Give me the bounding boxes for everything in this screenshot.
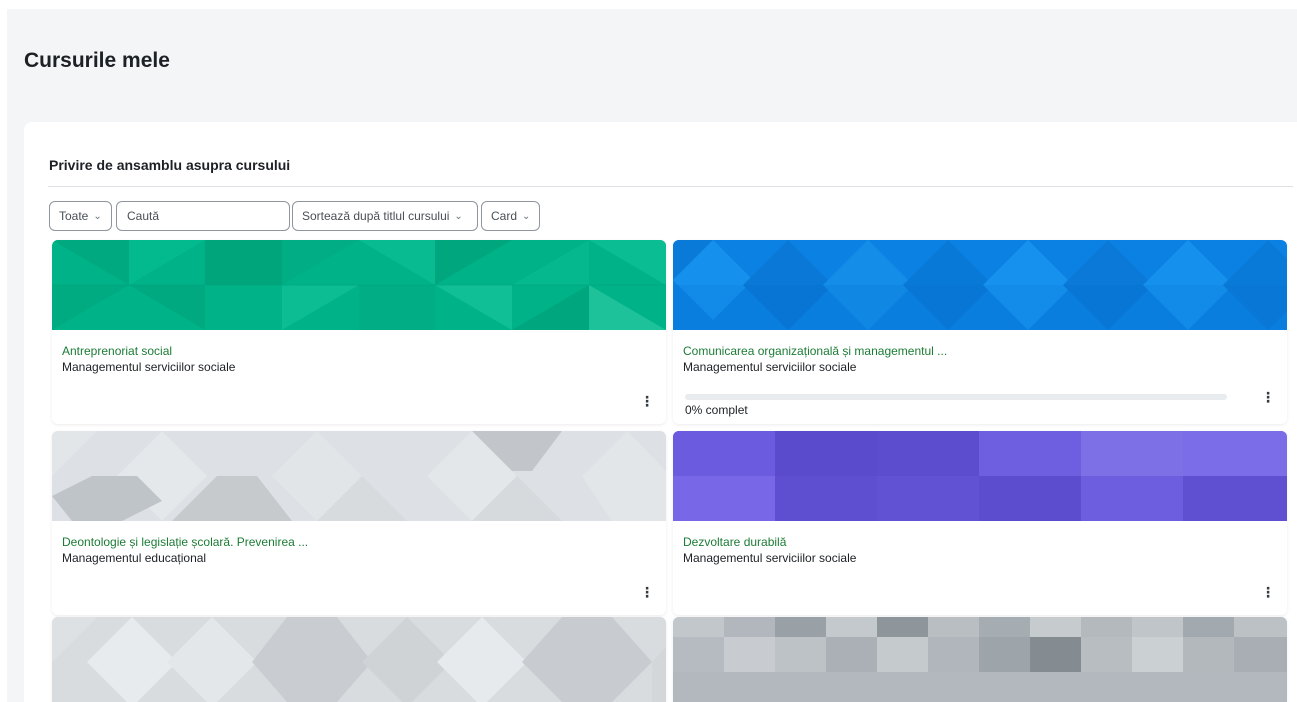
- view-dropdown-label: Card: [491, 209, 518, 223]
- course-name-link[interactable]: Antreprenoriat social: [62, 344, 172, 358]
- course-category: Managementul serviciilor sociale: [683, 551, 857, 565]
- course-category: Managementul educațional: [62, 551, 207, 565]
- course-card[interactable]: [52, 617, 666, 702]
- search-input[interactable]: [116, 201, 290, 231]
- course-category: Managementul serviciilor sociale: [683, 360, 857, 374]
- page-title: Cursurile mele: [24, 49, 170, 72]
- course-image[interactable]: [673, 240, 1287, 330]
- kebab-vertical-icon[interactable]: ⋮: [640, 394, 654, 408]
- course-image[interactable]: [673, 431, 1287, 521]
- kebab-vertical-icon[interactable]: ⋮: [1261, 390, 1275, 404]
- chevron-down-icon: ⌄: [454, 210, 463, 222]
- sort-dropdown[interactable]: Sortează după titlul cursului ⌄: [292, 201, 478, 231]
- course-name-link[interactable]: Dezvoltare durabilă: [683, 535, 786, 549]
- chevron-down-icon: ⌄: [522, 210, 531, 222]
- course-category: Managementul serviciilor sociale: [62, 360, 236, 374]
- course-image[interactable]: [52, 431, 666, 521]
- grouping-dropdown-label: Toate: [59, 209, 89, 223]
- course-image[interactable]: [52, 240, 666, 330]
- kebab-vertical-icon[interactable]: ⋮: [640, 585, 654, 599]
- progress-label: 0% complet: [685, 403, 748, 417]
- course-card[interactable]: Antreprenoriat social Managementul servi…: [52, 240, 666, 424]
- block-title: Privire de ansamblu asupra cursului: [49, 157, 291, 173]
- course-name-link[interactable]: Comunicarea organizațională și managemen…: [683, 344, 947, 358]
- sort-dropdown-label: Sortează după titlul cursului: [302, 209, 450, 223]
- kebab-vertical-icon[interactable]: ⋮: [1261, 585, 1275, 599]
- course-name-link[interactable]: Deontologie și legislație școlară. Preve…: [62, 535, 308, 549]
- course-card[interactable]: Dezvoltare durabilă Managementul servici…: [673, 431, 1287, 615]
- chevron-down-icon: ⌄: [93, 210, 102, 222]
- course-image[interactable]: [673, 617, 1287, 702]
- course-card[interactable]: Comunicarea organizațională și managemen…: [673, 240, 1287, 424]
- course-image[interactable]: [52, 617, 666, 702]
- course-card[interactable]: [673, 617, 1287, 702]
- progress-bar: [685, 394, 1227, 400]
- grouping-dropdown[interactable]: Toate ⌄: [49, 201, 112, 231]
- block-divider: [48, 186, 1293, 187]
- view-dropdown[interactable]: Card ⌄: [481, 201, 540, 231]
- course-card[interactable]: Deontologie și legislație școlară. Preve…: [52, 431, 666, 615]
